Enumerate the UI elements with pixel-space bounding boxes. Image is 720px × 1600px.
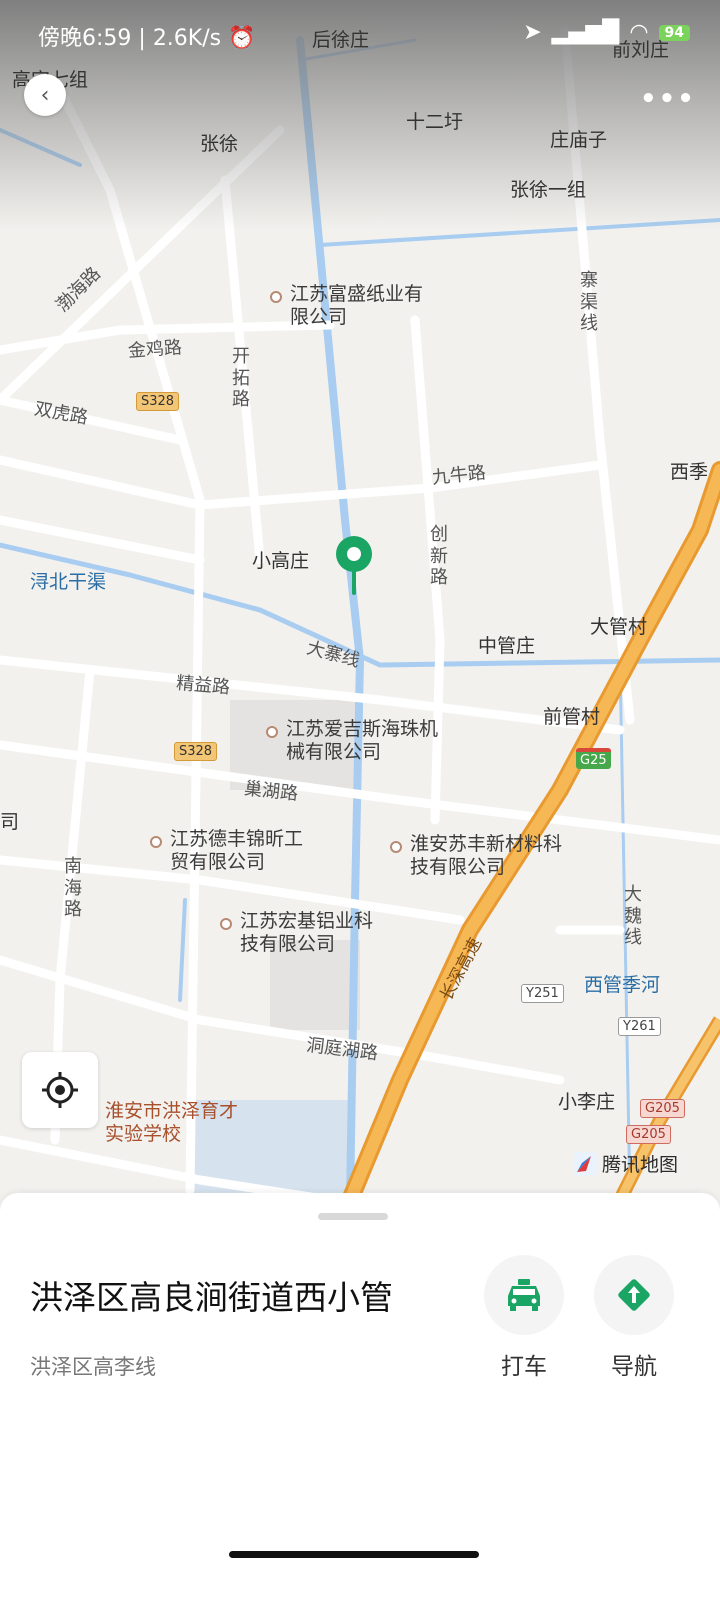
place-detail-sheet[interactable]: 洪泽区高良涧街道西小管 洪泽区高李线 打车 导航 [0,1193,720,1600]
road-label: 大魏线 [624,884,642,949]
status-time: 傍晚6:59 [38,26,132,51]
status-network-speed: 2.6K/s [152,26,222,51]
chevron-left-icon: ‹ [40,82,50,108]
taxi-label: 打车 [501,1354,547,1380]
navigation-icon [618,1279,650,1311]
poi-label[interactable]: 江苏德丰锦昕工贸有限公司 [150,828,310,874]
map-brand-logo: 腾讯地图 [572,1150,678,1177]
poi-dot-icon [150,836,162,848]
place-label: 张徐一组 [510,179,587,201]
status-bar: 傍晚6:59 | 2.6K/s ⏰ ➤ ▂▄▆█ ◠ 94 [0,0,720,70]
navigation-button[interactable]: 导航 [592,1255,676,1381]
home-indicator[interactable] [229,1551,479,1558]
road-label: 寨渠线 [580,270,598,335]
sheet-drag-handle[interactable] [318,1213,388,1220]
route-shield: G205 [640,1099,685,1118]
route-shield: S328 [174,742,218,761]
place-label: 西季 [670,461,709,483]
map-roads [0,25,720,1220]
poi-dot-icon [390,841,402,853]
poi-label[interactable]: 江苏富盛纸业有限公司 [270,283,430,329]
place-label: 小李庄 [558,1091,616,1113]
route-shield: S328 [136,392,180,411]
poi-school-label[interactable]: 淮安市洪泽育才实验学校 [105,1100,245,1146]
water-label: 浔北干渠 [30,571,107,593]
place-label: 小高庄 [252,550,310,572]
place-label: 大管村 [590,616,648,638]
taxi-icon [508,1279,540,1311]
expressway-shield: G25 [576,748,611,769]
navigation-label: 导航 [611,1354,657,1380]
route-shield: Y251 [521,984,564,1003]
status-right: ➤ ▂▄▆█ ◠ 94 [523,20,690,45]
place-label: 前管村 [543,706,601,728]
more-options-button[interactable]: ••• [640,84,696,114]
location-pin-icon [336,536,372,595]
road-label: 金鸡路 [127,337,183,362]
map-view[interactable]: 高宋七组 张徐 十二圩 庄庙子 张徐一组 前刘庄 后徐庄 小高庄 中管庄 大管村… [0,0,720,1220]
place-label: 庄庙子 [550,129,608,151]
place-label: 张徐 [200,133,239,155]
taxi-button[interactable]: 打车 [482,1255,566,1381]
water-label: 西管季河 [584,974,661,996]
poi-label[interactable]: 江苏爱吉斯海珠机械有限公司 [266,718,446,764]
poi-label[interactable]: 江苏宏基铝业科技有限公司 [220,910,380,956]
route-shield: G205 [626,1125,671,1144]
place-label: 十二圩 [406,111,464,133]
location-arrow-icon: ➤ [523,20,542,45]
back-button[interactable]: ‹ [24,74,66,116]
route-shield: Y261 [618,1017,661,1036]
status-left: 傍晚6:59 | 2.6K/s ⏰ [38,26,256,51]
road-label: 南海路 [64,856,82,921]
place-subtitle: 洪泽区高李线 [30,1355,156,1379]
wifi-icon: ◠ [629,20,649,45]
poi-dot-icon [266,726,278,738]
alarm-icon: ⏰ [228,26,256,51]
poi-dot-icon [220,918,232,930]
tencent-map-logo-icon [573,1151,597,1176]
place-label: 中管庄 [478,635,536,657]
signal-icon: ▂▄▆█ [551,20,620,45]
crosshair-icon [42,1072,78,1108]
place-label-edge: 司 [0,811,20,833]
poi-dot-icon [270,291,282,303]
road-label: 创新路 [430,524,448,589]
more-dots-icon: ••• [640,84,696,114]
battery-icon: 94 [658,24,690,41]
road-label: 开拓路 [232,346,250,411]
place-title: 洪泽区高良涧街道西小管 [30,1278,393,1317]
poi-label[interactable]: 淮安苏丰新材料科技有限公司 [390,833,570,879]
my-location-button[interactable] [22,1052,98,1128]
